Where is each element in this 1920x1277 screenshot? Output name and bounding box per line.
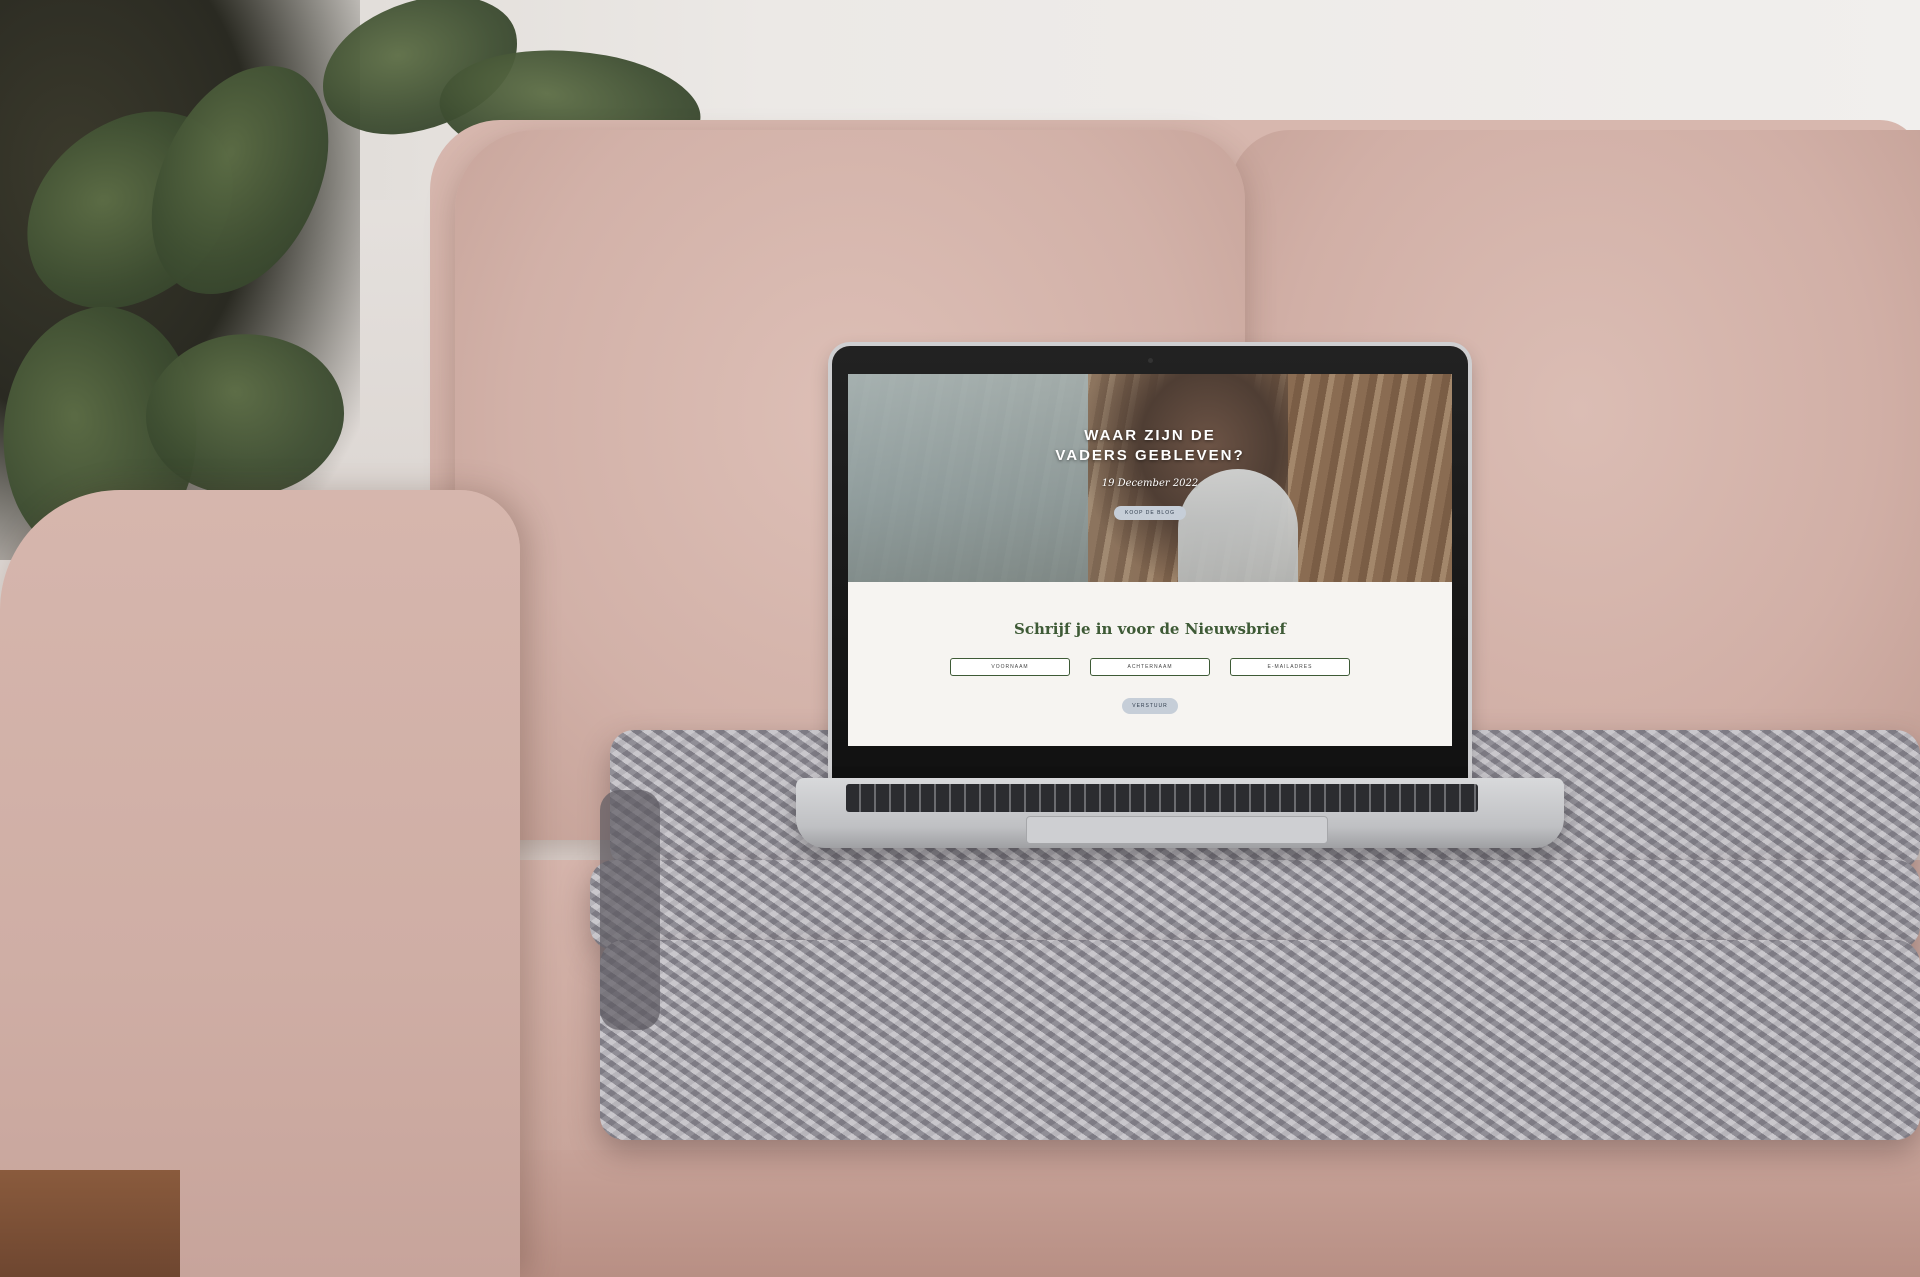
hero-title-line2: VADERS GEBLEVEN? (1055, 447, 1245, 464)
webcam-icon (1148, 358, 1153, 363)
first-name-field[interactable]: VOORNAAM (950, 658, 1070, 676)
hero-image: WAAR ZIJN DE VADERS GEBLEVEN? 19 Decembe… (848, 374, 1452, 582)
sofa-leg (0, 1170, 180, 1277)
laptop-screen: WAAR ZIJN DE VADERS GEBLEVEN? 19 Decembe… (848, 374, 1452, 746)
laptop-lid: WAAR ZIJN DE VADERS GEBLEVEN? 19 Decembe… (832, 346, 1468, 782)
submit-button[interactable]: VERSTUUR (1122, 698, 1178, 714)
hero-title-line1: WAAR ZIJN DE (1084, 427, 1216, 444)
blanket-edge (600, 790, 660, 1030)
email-field[interactable]: E-MAILADRES (1230, 658, 1350, 676)
hero-date: 19 December 2022 (1101, 478, 1199, 489)
trackpad (1026, 816, 1328, 844)
folded-blanket (600, 940, 1920, 1140)
newsletter-title: Schrijf je in voor de Nieuwsbrief (1014, 620, 1286, 638)
folded-blanket (590, 860, 1920, 950)
photo-scene: WAAR ZIJN DE VADERS GEBLEVEN? 19 Decembe… (0, 0, 1920, 1277)
hero-title: WAAR ZIJN DE VADERS GEBLEVEN? (848, 426, 1452, 466)
keyboard (846, 784, 1478, 812)
laptop-base (796, 778, 1564, 848)
last-name-field[interactable]: ACHTERNAAM (1090, 658, 1210, 676)
buy-blog-button[interactable]: KOOP DE BLOG (1114, 506, 1186, 520)
sofa-arm (0, 490, 520, 1277)
